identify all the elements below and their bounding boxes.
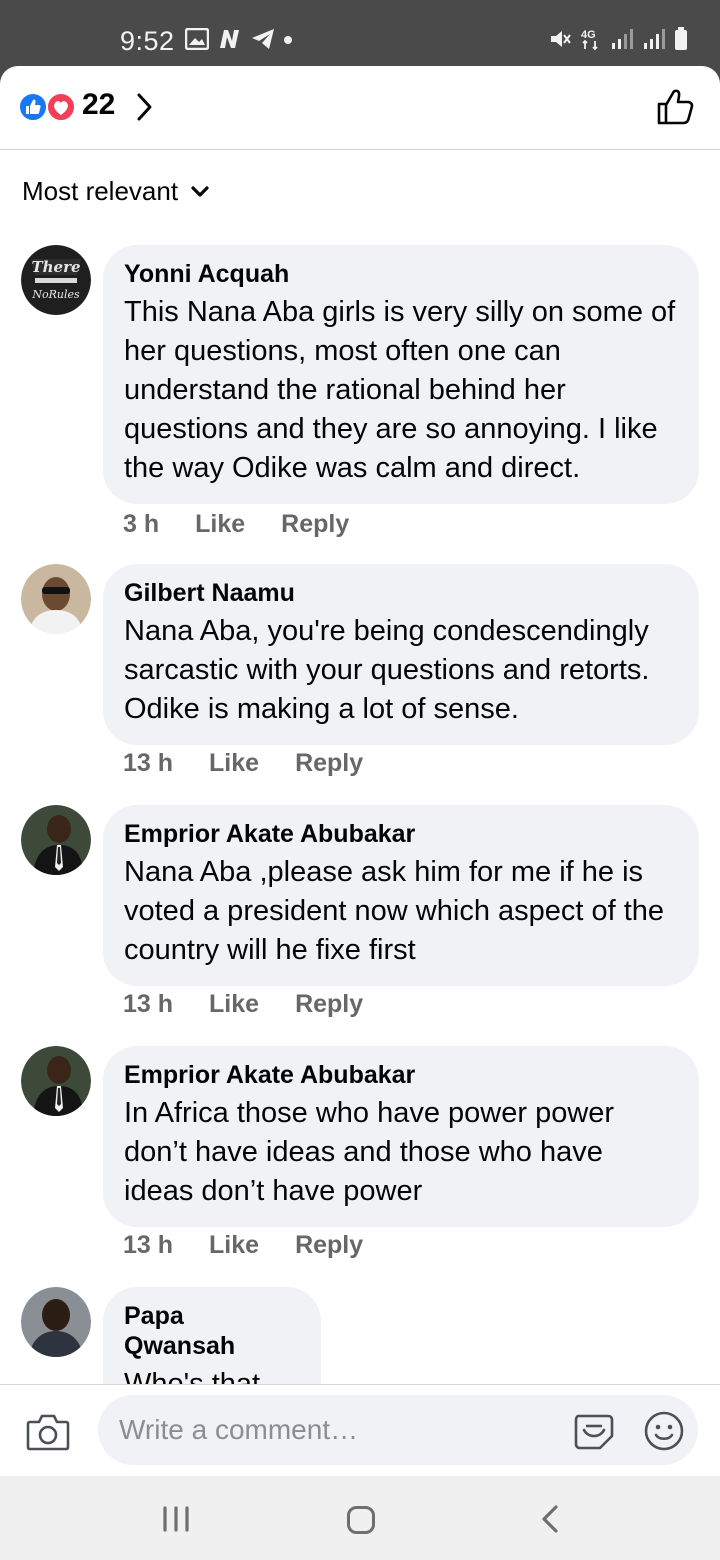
battery-icon [675, 27, 687, 50]
comment-reply-button[interactable]: Reply [281, 510, 349, 539]
comment-like-button[interactable]: Like [209, 749, 259, 778]
comment-text: Nana Aba, you're being condescendingly s… [124, 615, 650, 725]
comment-like-button[interactable]: Like [209, 1231, 259, 1260]
camera-icon[interactable] [26, 1413, 70, 1451]
comment-time[interactable]: 13 h [123, 1231, 173, 1260]
nav-home-icon[interactable] [346, 1505, 376, 1535]
comments-sheet: 22 Most relevant There NoRules Yonni Acq… [0, 66, 720, 1476]
comment-bubble[interactable]: Emprior Akate Abubakar Nana Aba ,please … [103, 805, 699, 986]
status-bar: 9:52 4G [0, 0, 720, 66]
comment-actions: 3 h Like Reply [123, 510, 349, 539]
dot-icon [284, 36, 292, 44]
comment-bubble[interactable]: Yonni Acquah This Nana Aba girls is very… [103, 245, 699, 504]
comment-text: This Nana Aba girls is very silly on som… [124, 296, 676, 484]
nav-back-icon[interactable] [540, 1504, 560, 1534]
chevron-right-icon[interactable] [134, 92, 154, 122]
chevron-down-icon [191, 185, 209, 197]
comment-author[interactable]: Yonni Acquah [124, 259, 679, 289]
comment-like-button[interactable]: Like [209, 990, 259, 1019]
comment-bubble[interactable]: Emprior Akate Abubakar In Africa those w… [103, 1046, 699, 1227]
comment-time[interactable]: 3 h [123, 510, 159, 539]
comment-author[interactable]: Gilbert Naamu [124, 578, 679, 608]
like-reaction-icon [18, 92, 48, 122]
avatar[interactable] [21, 564, 91, 634]
sort-dropdown[interactable]: Most relevant [22, 176, 210, 207]
nav-recents-icon[interactable] [162, 1506, 190, 1532]
comment-reply-button[interactable]: Reply [295, 1231, 363, 1260]
comment-text: In Africa those who have power power don… [124, 1097, 615, 1207]
reaction-count[interactable]: 22 [82, 88, 115, 122]
emoji-icon[interactable] [643, 1410, 685, 1452]
signal-icon-1 [612, 29, 633, 49]
app-n-icon [220, 30, 239, 48]
mute-icon [551, 31, 571, 47]
svg-text:NoRules: NoRules [31, 288, 80, 301]
reactions-header: 22 [0, 66, 720, 150]
telegram-icon [252, 29, 274, 49]
comment-author[interactable]: Emprior Akate Abubakar [124, 819, 679, 849]
comment-reply-button[interactable]: Reply [295, 749, 363, 778]
svg-text:4G: 4G [581, 29, 596, 41]
signal-icon-2 [644, 29, 665, 49]
avatar[interactable]: There NoRules [21, 245, 91, 315]
status-system-icons: 4G [548, 27, 688, 51]
love-reaction-icon [46, 92, 76, 122]
comment-actions: 13 h Like Reply [123, 749, 363, 778]
sort-label: Most relevant [22, 176, 179, 206]
status-notification-icons [185, 28, 293, 50]
comment-reply-button[interactable]: Reply [295, 990, 363, 1019]
comment-like-button[interactable]: Like [195, 510, 245, 539]
reaction-icons[interactable] [18, 92, 76, 122]
sticker-icon[interactable] [572, 1412, 616, 1452]
avatar[interactable] [21, 1287, 91, 1357]
comment-composer [0, 1384, 720, 1476]
avatar[interactable] [21, 1046, 91, 1116]
svg-text:There: There [31, 258, 80, 276]
system-nav-bar [0, 1476, 720, 1560]
comment-time[interactable]: 13 h [123, 990, 173, 1019]
comment-actions: 13 h Like Reply [123, 1231, 363, 1260]
thumbs-up-icon[interactable] [656, 88, 694, 126]
comment-actions: 13 h Like Reply [123, 990, 363, 1019]
comment-text: Nana Aba ,please ask him for me if he is… [124, 856, 665, 966]
avatar[interactable] [21, 805, 91, 875]
comment-time[interactable]: 13 h [123, 749, 173, 778]
comment-bubble[interactable]: Gilbert Naamu Nana Aba, you're being con… [103, 564, 699, 745]
gallery-icon [185, 28, 209, 50]
comment-author[interactable]: Emprior Akate Abubakar [124, 1060, 679, 1090]
network-4g-icon: 4G [581, 29, 598, 51]
comment-author[interactable]: Papa Qwansah [124, 1301, 301, 1361]
status-time: 9:52 [120, 26, 175, 56]
